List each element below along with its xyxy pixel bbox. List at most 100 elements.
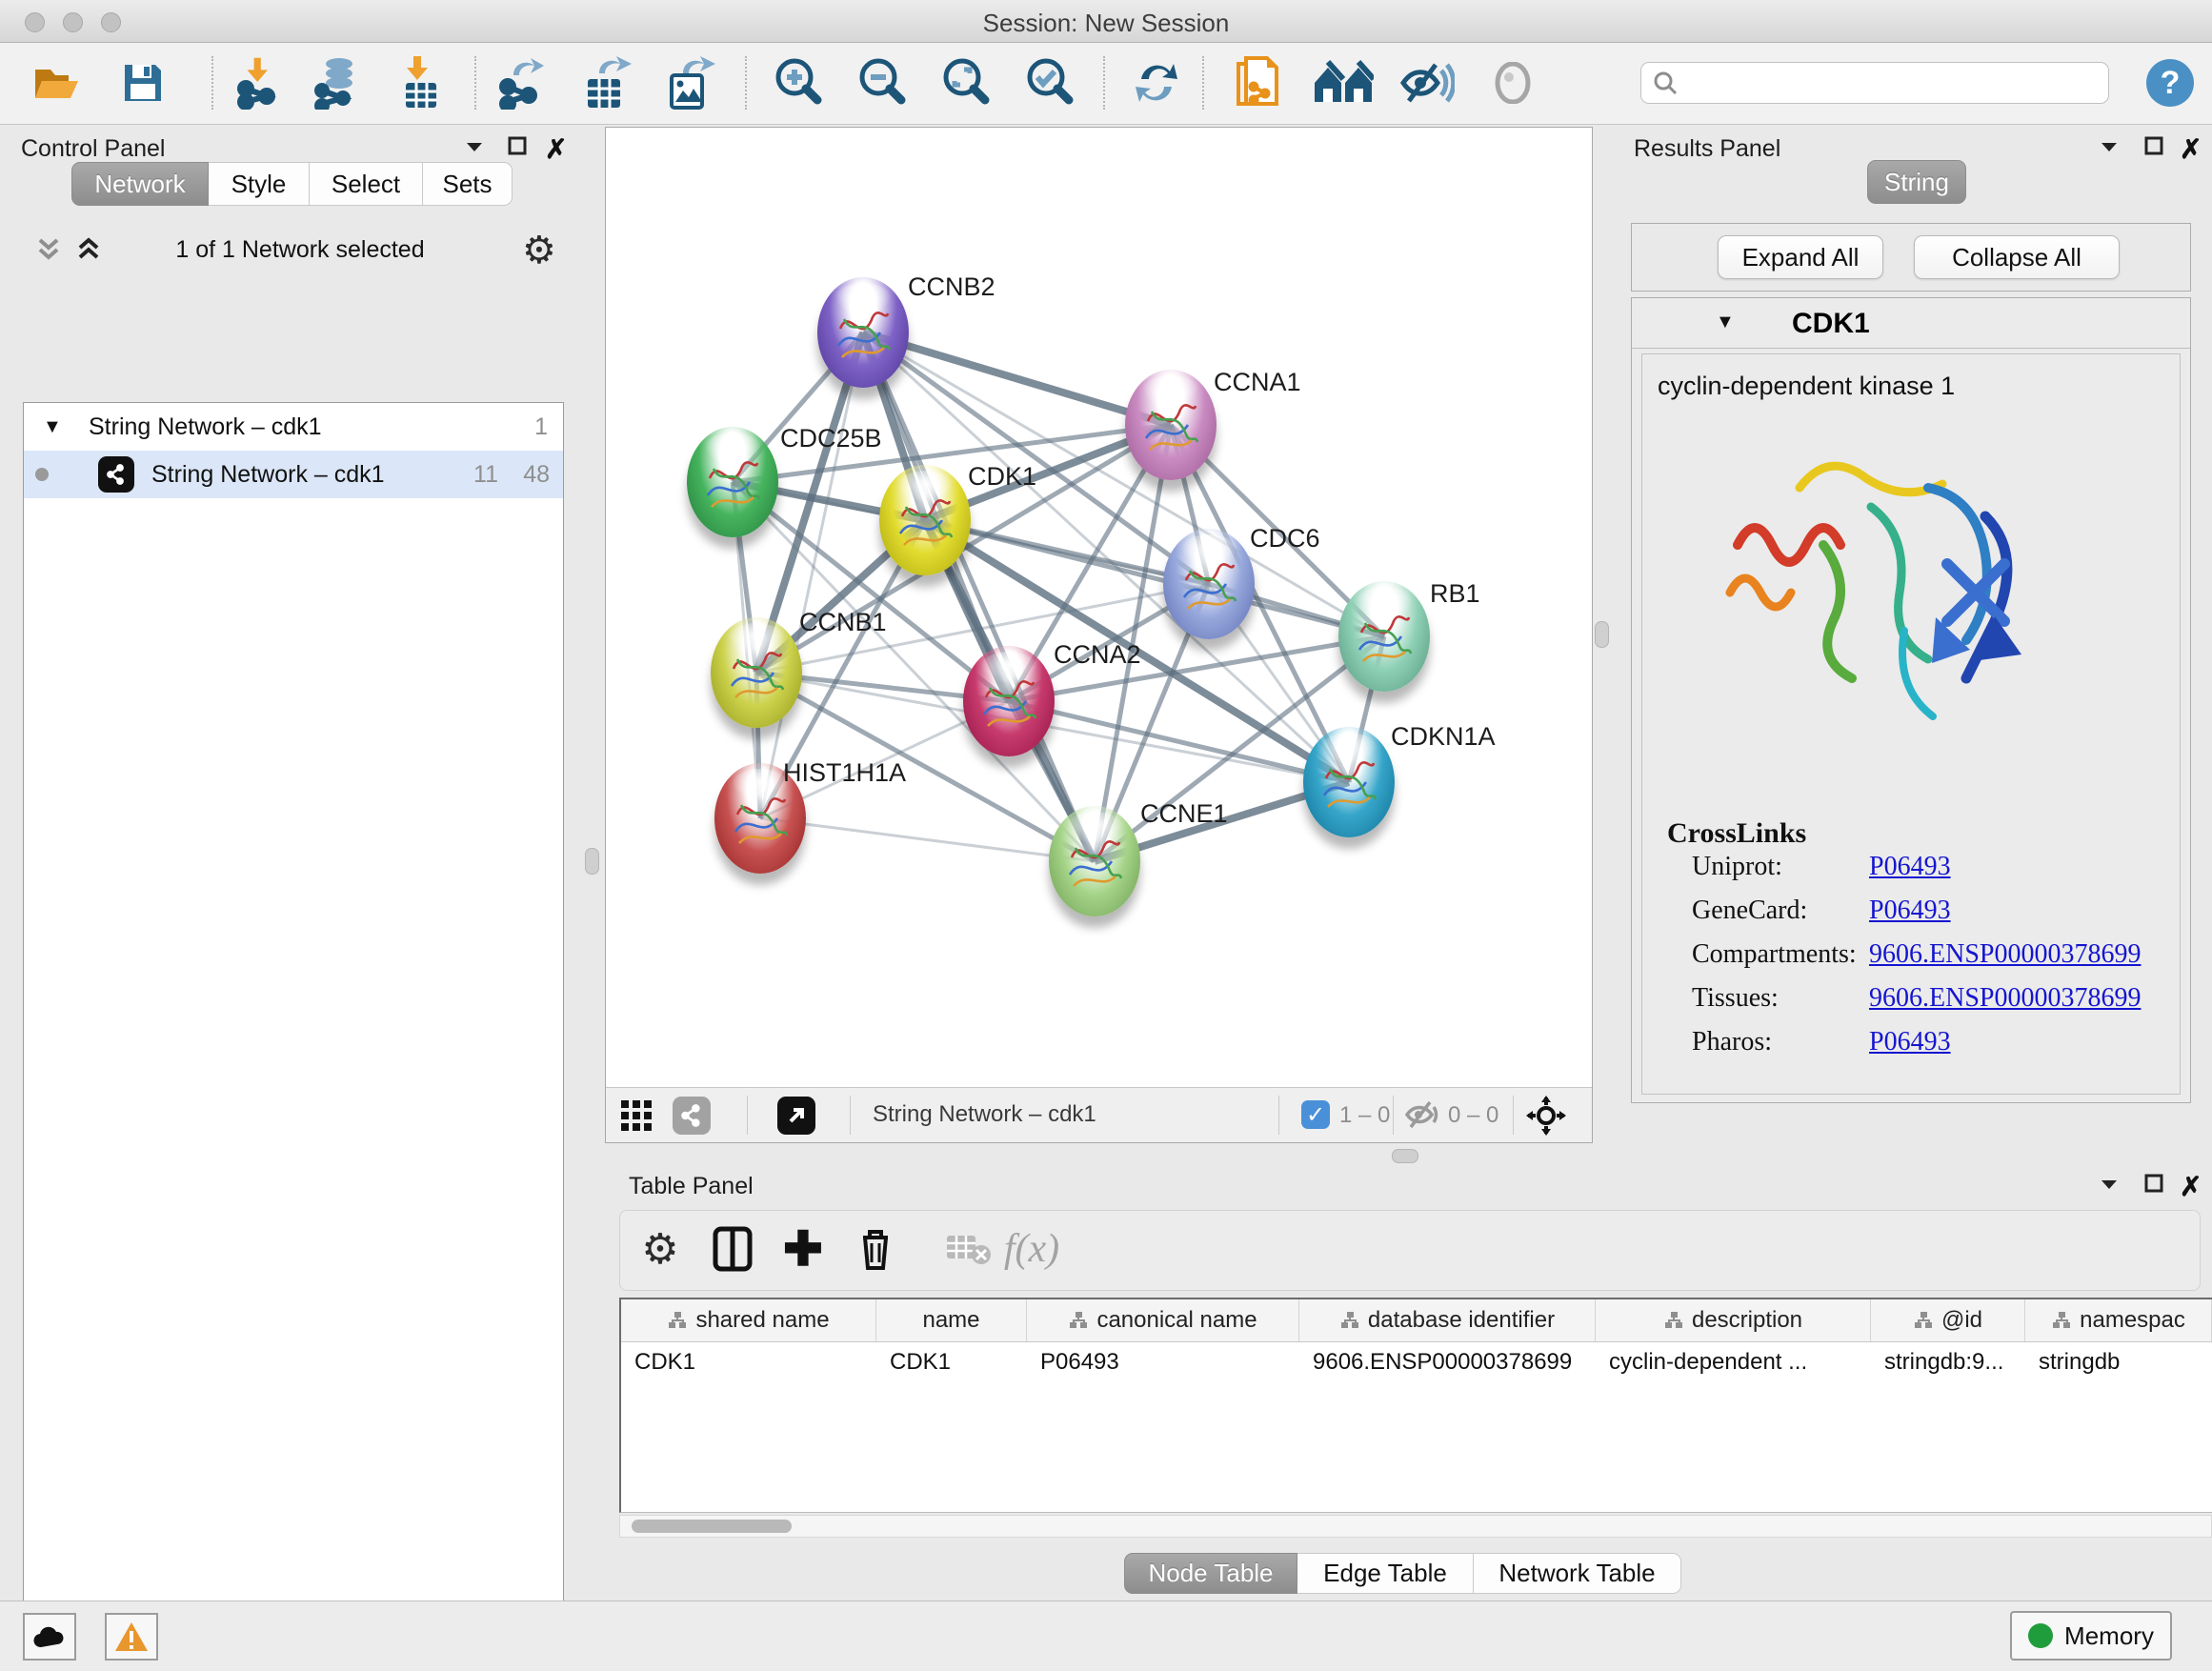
tab-edge-table[interactable]: Edge Table [1297, 1553, 1474, 1594]
export-network-button[interactable] [492, 52, 553, 113]
string-home-button[interactable] [1313, 52, 1374, 113]
network-node-cdkn1a[interactable] [1303, 727, 1395, 837]
table-options-gear-icon[interactable]: ⚙ [633, 1220, 687, 1278]
tab-select[interactable]: Select [310, 162, 423, 206]
memory-button[interactable]: Memory [2010, 1611, 2172, 1661]
network-node-cdc25b[interactable] [687, 427, 778, 537]
column-header-database-identifier[interactable]: database identifier [1299, 1299, 1596, 1341]
collection-expand-icon[interactable]: ▼ [43, 416, 62, 438]
table-panel-close-button[interactable]: ✗ [2180, 1171, 2202, 1202]
network-collection-row[interactable]: ▼ String Network – cdk1 1 [24, 403, 563, 451]
column-header-description[interactable]: description [1596, 1299, 1871, 1341]
share-file-button[interactable] [1227, 52, 1288, 113]
table-cell[interactable]: CDK1 [621, 1342, 876, 1382]
control-panel-float-menu[interactable] [463, 137, 486, 161]
column-header-name[interactable]: name [876, 1299, 1027, 1341]
cloud-status-button[interactable] [23, 1613, 76, 1661]
search-box[interactable] [1640, 62, 2109, 104]
results-panel-close-button[interactable]: ✗ [2180, 133, 2202, 165]
bottom-splitter-handle[interactable] [1392, 1149, 1418, 1163]
column-header-shared-name[interactable]: shared name [621, 1299, 876, 1341]
network-node-cdk1[interactable] [879, 465, 971, 575]
search-input[interactable] [1678, 69, 2108, 97]
network-node-cdc6[interactable] [1163, 529, 1255, 639]
table-cell[interactable]: CDK1 [876, 1342, 1027, 1382]
table-cell[interactable]: stringdb:9... [1871, 1342, 2025, 1382]
zoom-out-button[interactable] [852, 52, 913, 113]
zoom-in-button[interactable] [768, 52, 829, 113]
column-header-canonical-name[interactable]: canonical name [1027, 1299, 1299, 1341]
control-panel-float-button[interactable] [507, 135, 528, 161]
eye-button[interactable] [1482, 52, 1543, 113]
warning-status-button[interactable] [105, 1613, 158, 1661]
column-header--id[interactable]: @id [1871, 1299, 2025, 1341]
refresh-button[interactable] [1126, 52, 1187, 113]
tab-network-table[interactable]: Network Table [1474, 1553, 1681, 1594]
import-table-file-button[interactable] [391, 52, 452, 113]
delete-table-icon[interactable] [942, 1220, 995, 1278]
expand-all-button[interactable] [74, 234, 103, 268]
network-row[interactable]: String Network – cdk1 11 48 [24, 451, 563, 498]
column-header-namespac[interactable]: namespac [2025, 1299, 2212, 1341]
network-edge[interactable] [863, 332, 1171, 425]
scrollbar-thumb[interactable] [632, 1520, 792, 1533]
expand-all-button[interactable]: Expand All [1718, 235, 1883, 279]
network-node-ccnb2[interactable] [817, 277, 909, 388]
show-columns-icon[interactable] [706, 1220, 759, 1278]
help-button[interactable]: ? [2140, 52, 2201, 113]
enable-glass-button[interactable] [1397, 52, 1458, 113]
grid-view-icon[interactable] [619, 1098, 654, 1137]
open-session-button[interactable] [27, 52, 88, 113]
tab-string[interactable]: String [1867, 160, 1966, 204]
open-in-window-icon[interactable] [777, 1097, 815, 1135]
network-node-ccnb1[interactable] [711, 617, 802, 728]
network-node-ccne1[interactable] [1049, 806, 1140, 916]
tab-sets[interactable]: Sets [423, 162, 513, 206]
zoom-selected-button[interactable] [1019, 52, 1080, 113]
crosslink-value-link[interactable]: 9606.ENSP00000378699 [1869, 983, 2141, 1013]
table-horizontal-scrollbar[interactable] [619, 1515, 2212, 1538]
tab-node-table[interactable]: Node Table [1124, 1553, 1297, 1594]
crosslink-value-link[interactable]: P06493 [1869, 896, 1951, 925]
left-splitter-handle[interactable] [585, 848, 599, 875]
crosslink-value-link[interactable]: P06493 [1869, 852, 1951, 881]
network-node-rb1[interactable] [1338, 581, 1430, 692]
network-edge[interactable] [760, 818, 1095, 861]
results-panel-float-button[interactable] [2143, 135, 2164, 161]
network-edge[interactable] [1009, 701, 1349, 782]
save-session-button[interactable] [112, 52, 173, 113]
table-panel-float-button[interactable] [2143, 1173, 2164, 1198]
network-node-ccna1[interactable] [1125, 370, 1217, 480]
tab-style[interactable]: Style [209, 162, 310, 206]
zoom-fit-button[interactable] [935, 52, 996, 113]
table-cell[interactable]: stringdb [2025, 1342, 2212, 1382]
table-cell[interactable]: cyclin-dependent ... [1596, 1342, 1871, 1382]
fit-content-crosshair-icon[interactable] [1526, 1096, 1566, 1140]
table-row[interactable]: CDK1CDK1P064939606.ENSP00000378699cyclin… [621, 1342, 2212, 1382]
table-cell[interactable]: 9606.ENSP00000378699 [1299, 1342, 1596, 1382]
crosslink-value-link[interactable]: P06493 [1869, 1027, 1951, 1057]
table-cell[interactable]: P06493 [1027, 1342, 1299, 1382]
control-panel-close-button[interactable]: ✗ [545, 133, 567, 165]
share-network-icon[interactable] [673, 1097, 711, 1135]
selected-nodes-checkbox[interactable]: ✓ [1301, 1100, 1330, 1129]
import-network-database-button[interactable] [307, 52, 368, 113]
network-node-ccna2[interactable] [963, 646, 1055, 756]
import-network-file-button[interactable] [229, 52, 290, 113]
add-column-icon[interactable]: ✚ [776, 1220, 830, 1278]
gene-expand-icon[interactable]: ▼ [1716, 312, 1735, 333]
results-panel-menu[interactable] [2098, 137, 2121, 161]
tab-network[interactable]: Network [71, 162, 209, 206]
table-panel-menu[interactable] [2098, 1175, 2121, 1198]
right-splitter-handle[interactable] [1595, 621, 1609, 648]
collapse-all-button[interactable]: Collapse All [1914, 235, 2120, 279]
function-builder-icon[interactable]: f(x) [1005, 1220, 1058, 1278]
collapse-all-button[interactable] [34, 234, 63, 268]
crosslink-value-link[interactable]: 9606.ENSP00000378699 [1869, 939, 2141, 969]
hidden-eye-icon[interactable] [1404, 1098, 1442, 1136]
gene-card-header[interactable]: ▼ CDK1 [1632, 298, 2190, 349]
network-canvas[interactable]: CCNB2CCNA1CDC25BCDK1CDC6RB1CCNB1CCNA2CDK… [606, 128, 1592, 1088]
export-image-button[interactable] [659, 52, 720, 113]
network-options-gear-icon[interactable]: ⚙ [522, 229, 556, 272]
delete-column-icon[interactable] [849, 1220, 902, 1278]
